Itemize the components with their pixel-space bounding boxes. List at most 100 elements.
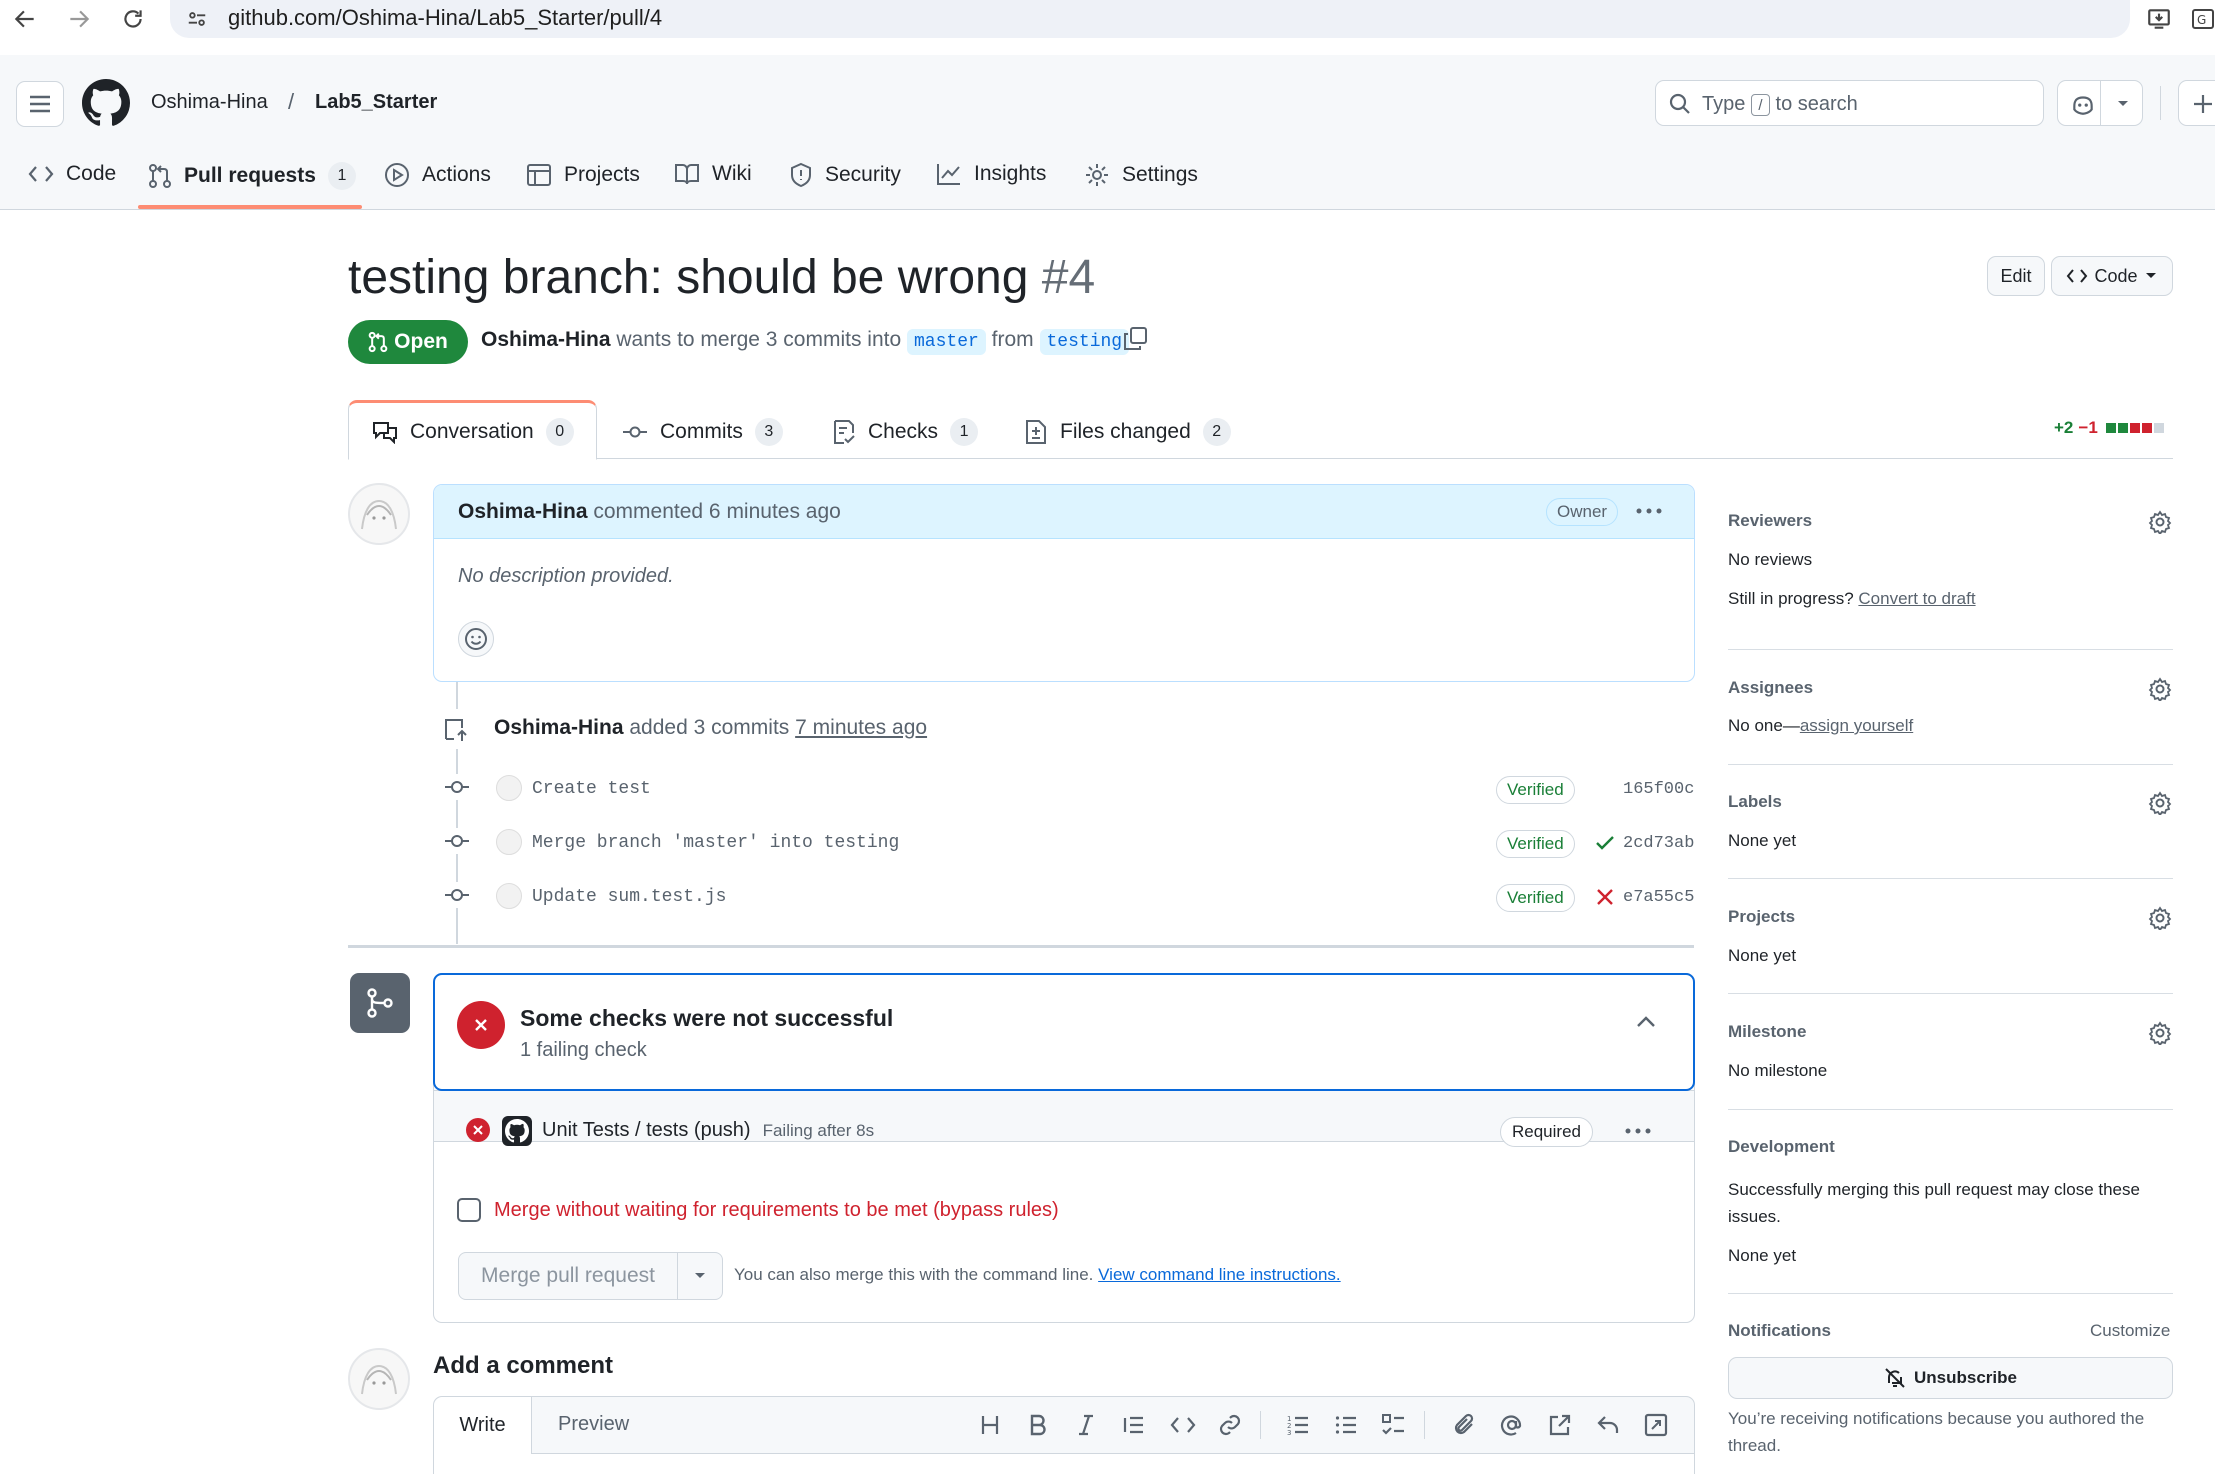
menu-button[interactable]	[16, 81, 64, 127]
mention-icon[interactable]	[1500, 1413, 1524, 1437]
avatar[interactable]	[348, 483, 410, 545]
gear-icon[interactable]	[2148, 1021, 2172, 1045]
italic-icon[interactable]	[1074, 1413, 1098, 1437]
github-logo-icon[interactable]	[82, 79, 130, 127]
milestone-heading[interactable]: Milestone	[1728, 1022, 1806, 1042]
breadcrumb-repo[interactable]: Lab5_Starter	[315, 91, 437, 114]
tab-commits[interactable]: Commits 3	[622, 418, 783, 446]
check-icon[interactable]	[1594, 832, 1616, 854]
gear-icon[interactable]	[2148, 677, 2172, 701]
commit-message[interactable]: Create test	[532, 779, 651, 799]
bypass-label[interactable]: Merge without waiting for requirements t…	[494, 1199, 1059, 1222]
tab-checks[interactable]: Checks 1	[832, 418, 979, 446]
cross-reference-icon[interactable]	[1548, 1413, 1572, 1437]
tab-pull-requests[interactable]: Pull requests 1	[148, 162, 356, 190]
heading-icon[interactable]	[978, 1413, 1002, 1437]
tab-actions[interactable]: Actions	[384, 162, 491, 188]
development-heading[interactable]: Development	[1728, 1137, 1835, 1157]
head-branch[interactable]: testing	[1039, 329, 1130, 355]
projects-heading[interactable]: Projects	[1728, 907, 1795, 927]
code-icon[interactable]	[1170, 1413, 1196, 1437]
kebab-horizontal-icon[interactable]	[1624, 1121, 1652, 1141]
base-branch[interactable]: master	[907, 329, 986, 355]
commit-avatar[interactable]	[496, 829, 522, 855]
x-icon[interactable]	[1594, 886, 1616, 908]
tab-code[interactable]: Code	[28, 162, 116, 186]
check-name[interactable]: Unit Tests / tests (push)	[542, 1119, 751, 1142]
assign-yourself-link[interactable]: assign yourself	[1800, 716, 1913, 735]
commits-event-time[interactable]: 7 minutes ago	[795, 716, 927, 739]
commit-avatar[interactable]	[496, 883, 522, 909]
comment-textarea[interactable]	[434, 1454, 1694, 1474]
tab-projects-label: Projects	[564, 163, 640, 186]
bypass-checkbox[interactable]	[457, 1198, 481, 1222]
search-input[interactable]: Type / to search	[1655, 80, 2044, 126]
chevron-up-icon[interactable]	[1635, 1015, 1657, 1029]
tab-wiki[interactable]: Wiki	[674, 162, 752, 186]
checks-summary[interactable]: Some checks were not successful 1 failin…	[433, 973, 1695, 1091]
comment-author[interactable]: Oshima-Hina	[458, 500, 588, 523]
customize-link[interactable]: Customize	[2090, 1321, 2170, 1341]
add-reaction-button[interactable]	[458, 621, 494, 657]
breadcrumb-owner[interactable]: Oshima-Hina	[151, 91, 268, 114]
commit-sha[interactable]: 2cd73ab	[1623, 834, 1694, 853]
edit-button[interactable]: Edit	[1987, 256, 2045, 296]
site-info-icon[interactable]	[186, 8, 208, 30]
install-app-icon[interactable]	[2146, 6, 2172, 32]
verified-badge[interactable]: Verified	[1496, 776, 1575, 804]
ordered-list-icon[interactable]: 123	[1286, 1413, 1310, 1437]
kebab-horizontal-icon[interactable]	[1635, 501, 1663, 521]
tab-settings[interactable]: Settings	[1084, 162, 1198, 188]
tab-conversation[interactable]: Conversation 0	[372, 418, 574, 446]
copilot-button[interactable]	[2057, 80, 2143, 126]
reload-icon[interactable]	[120, 6, 146, 32]
commit-sha[interactable]: e7a55c5	[1623, 888, 1694, 907]
commit-avatar[interactable]	[496, 775, 522, 801]
pr-author-link[interactable]: Oshima-Hina	[481, 328, 611, 351]
browser-toolbar: github.com/Oshima-Hina/Lab5_Starter/pull…	[0, 0, 2215, 38]
cli-instructions-link[interactable]: View command line instructions.	[1098, 1265, 1341, 1284]
gear-icon[interactable]	[2148, 906, 2172, 930]
merge-pull-request-button[interactable]: Merge pull request	[459, 1253, 677, 1299]
commit-message[interactable]: Merge branch 'master' into testing	[532, 833, 899, 853]
reviewers-heading[interactable]: Reviewers	[1728, 511, 1812, 531]
code-dropdown-button[interactable]: Code	[2051, 256, 2173, 296]
fullscreen-icon[interactable]	[1644, 1413, 1668, 1437]
translate-icon[interactable]: G	[2192, 6, 2214, 32]
git-pull-request-icon	[149, 164, 171, 188]
convert-to-draft-link[interactable]: Convert to draft	[1858, 589, 1975, 608]
link-icon[interactable]	[1218, 1413, 1242, 1437]
bold-icon[interactable]	[1026, 1413, 1050, 1437]
check-run[interactable]: Unit Tests / tests (push) Failing after …	[542, 1119, 874, 1142]
tab-insights[interactable]: Insights	[936, 162, 1046, 186]
unordered-list-icon[interactable]	[1334, 1413, 1358, 1437]
verified-badge[interactable]: Verified	[1496, 884, 1575, 912]
tab-projects[interactable]: Projects	[526, 162, 640, 188]
code-button-label: Code	[2094, 265, 2138, 286]
commits-event-author[interactable]: Oshima-Hina	[494, 716, 624, 739]
write-tab[interactable]: Write	[434, 1397, 532, 1454]
copy-icon[interactable]	[1122, 326, 1148, 352]
url-text[interactable]: github.com/Oshima-Hina/Lab5_Starter/pull…	[228, 5, 662, 31]
assignees-heading[interactable]: Assignees	[1728, 678, 1813, 698]
back-arrow-icon[interactable]	[12, 6, 38, 32]
create-new-button[interactable]	[2178, 80, 2215, 126]
gear-icon[interactable]	[2148, 510, 2172, 534]
avatar[interactable]	[348, 1348, 410, 1410]
comment-timestamp[interactable]: commented 6 minutes ago	[593, 500, 840, 523]
tab-security[interactable]: Security	[789, 162, 901, 188]
labels-heading[interactable]: Labels	[1728, 792, 1782, 812]
paperclip-icon[interactable]	[1452, 1413, 1476, 1437]
reply-icon[interactable]	[1596, 1413, 1620, 1437]
preview-tab[interactable]: Preview	[558, 1413, 629, 1436]
merge-method-dropdown[interactable]	[678, 1253, 722, 1299]
forward-arrow-icon[interactable]	[66, 6, 92, 32]
commit-sha[interactable]: 165f00c	[1623, 780, 1694, 799]
verified-badge[interactable]: Verified	[1496, 830, 1575, 858]
tasklist-icon[interactable]	[1382, 1413, 1406, 1437]
quote-icon[interactable]	[1122, 1413, 1146, 1437]
gear-icon[interactable]	[2148, 791, 2172, 815]
tab-files-changed[interactable]: Files changed 2	[1024, 418, 1231, 446]
unsubscribe-button[interactable]: Unsubscribe	[1728, 1357, 2173, 1399]
commit-message[interactable]: Update sum.test.js	[532, 887, 726, 907]
